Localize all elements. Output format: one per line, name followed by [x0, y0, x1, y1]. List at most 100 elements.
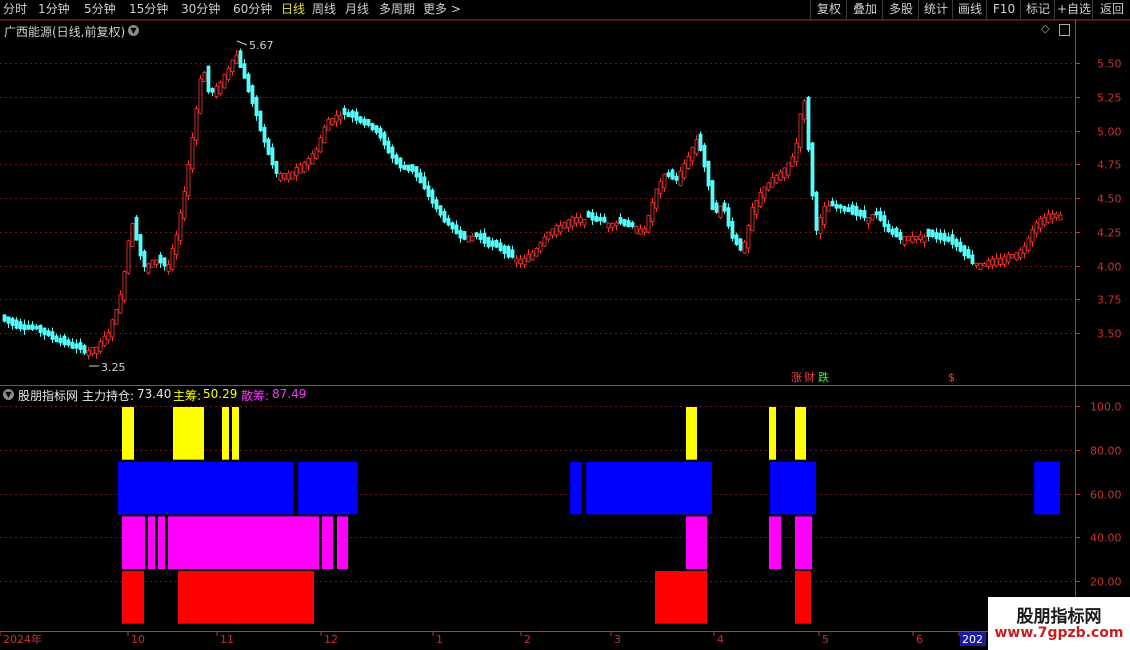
price-tick-label: 5.00	[1097, 126, 1122, 139]
candle-body	[890, 228, 895, 235]
candle-body	[106, 332, 111, 341]
candle-body	[42, 327, 47, 336]
indicator-bar-red	[178, 571, 314, 624]
candle-body	[238, 50, 243, 68]
candle-body	[74, 343, 79, 349]
indicator-bar-magenta	[337, 516, 348, 570]
candle-body	[662, 173, 667, 189]
candle-body	[466, 235, 471, 243]
candle-body	[1054, 212, 1059, 218]
candle-body	[354, 111, 359, 121]
candle-body	[6, 316, 11, 324]
candle-body	[786, 162, 791, 176]
price-tick-label: 4.25	[1097, 227, 1122, 240]
candle-body	[462, 231, 467, 240]
candle-body	[750, 207, 755, 232]
candle-body	[614, 222, 619, 226]
candle-body	[926, 228, 931, 237]
candle-body	[562, 222, 567, 229]
candle-body	[606, 222, 611, 229]
candle-body	[1034, 222, 1039, 234]
candle-body	[542, 236, 547, 247]
candle-body	[322, 126, 327, 144]
candle-body	[342, 107, 347, 116]
price-tick-label: 4.75	[1097, 159, 1122, 172]
candle-body	[514, 257, 519, 264]
candle-body	[426, 185, 431, 198]
candle-body	[386, 140, 391, 154]
indicator-menu-icon[interactable]: ▼	[3, 389, 14, 400]
candle-body	[742, 241, 747, 254]
indicator-bar-magenta	[122, 516, 145, 570]
indicator-bar-red	[122, 571, 144, 624]
candle-body	[558, 225, 563, 233]
candle-body	[350, 110, 355, 118]
candle-body	[678, 170, 683, 187]
candle-body	[942, 233, 947, 242]
candle-body	[814, 191, 819, 231]
time-axis-label: 1	[436, 633, 443, 646]
indicator-tick-label: 100.0	[1090, 401, 1122, 414]
candle-body	[618, 216, 623, 224]
candle-body	[34, 325, 39, 330]
candle-body	[506, 245, 511, 258]
candle-body	[82, 345, 87, 354]
candle-body	[586, 211, 591, 218]
candle-body	[90, 346, 95, 355]
event-fall-label[interactable]: 跌	[818, 370, 829, 384]
candle-body	[902, 236, 907, 246]
candle-body	[54, 335, 59, 343]
candle-body	[230, 59, 235, 72]
candle-body	[838, 204, 843, 209]
candle-body	[478, 233, 483, 240]
candle-body	[1014, 252, 1019, 261]
window-toggle-icon[interactable]	[1059, 24, 1070, 36]
main-position-label: 主力持仓:	[82, 389, 135, 403]
diamond-icon[interactable]: ◇	[1041, 22, 1049, 35]
candle-body	[790, 156, 795, 167]
candle-body	[722, 202, 727, 212]
price-tick-label: 4.00	[1097, 261, 1122, 274]
time-axis-label: 5	[822, 633, 829, 646]
retail-chips-value: 87.49	[272, 387, 307, 401]
candle-body	[974, 262, 979, 266]
chevron-down-icon[interactable]: ▼	[128, 25, 139, 36]
candle-body	[834, 203, 839, 209]
indicator-tick-label: 40.00	[1090, 532, 1122, 545]
candle-body	[1038, 218, 1043, 229]
candle-body	[534, 248, 539, 257]
candle-body	[110, 319, 115, 338]
time-axis-label: 3	[614, 633, 621, 646]
indicator-bar-magenta	[148, 516, 155, 570]
candle-body	[346, 112, 351, 118]
candle-body	[50, 331, 55, 340]
candle-body	[906, 235, 911, 242]
candle-body	[802, 100, 807, 120]
event-rise-label[interactable]: 涨	[791, 371, 802, 384]
indicator-bar-magenta	[158, 516, 165, 570]
time-axis-label: 6	[916, 633, 923, 646]
candle-body	[366, 119, 371, 126]
high-marker-line	[236, 40, 248, 46]
indicator-bar-blue	[298, 461, 358, 515]
candle-body	[78, 342, 83, 350]
high-price-label: 5.67	[249, 39, 274, 52]
candle-body	[706, 160, 711, 187]
candle-body	[298, 164, 303, 174]
event-finance-label[interactable]: 财	[804, 370, 815, 384]
event-dollar-label[interactable]: $	[948, 371, 955, 384]
candle-body	[658, 180, 663, 194]
candle-body	[522, 257, 527, 266]
candle-body	[186, 164, 191, 197]
candle-body	[798, 113, 803, 148]
candle-body	[482, 232, 487, 244]
candle-body	[310, 153, 315, 165]
candle-body	[854, 205, 859, 216]
candle-body	[158, 254, 163, 264]
candle-body	[470, 235, 475, 242]
candle-body	[454, 224, 459, 235]
candle-body	[94, 346, 99, 355]
indicator-bar-blue	[118, 461, 294, 515]
candle-body	[1006, 253, 1011, 263]
candle-body	[934, 232, 939, 240]
